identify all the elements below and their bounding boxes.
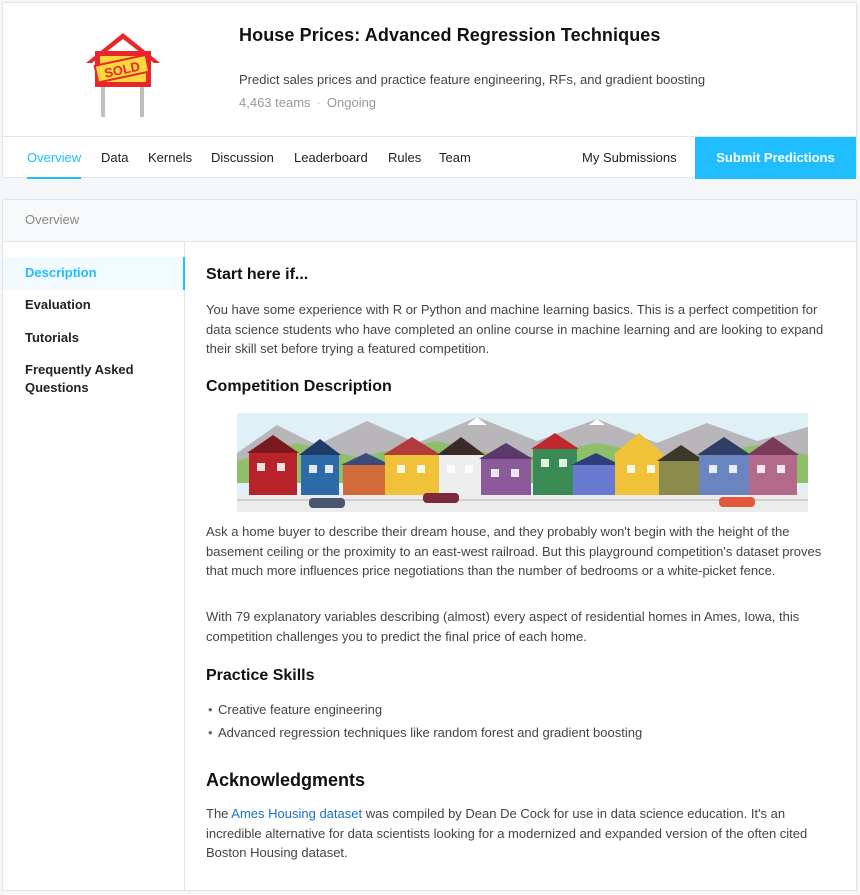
tab-data[interactable]: Data (101, 137, 128, 179)
acknowledgments-heading: Acknowledgments (206, 770, 366, 790)
list-item: Advanced regression techniques like rand… (206, 721, 826, 744)
houses-banner-image (237, 413, 808, 512)
list-item: Creative feature engineering (206, 698, 826, 721)
description-paragraph-1: Ask a home buyer to describe their dream… (206, 524, 822, 578)
competition-subtitle: Predict sales prices and practice featur… (239, 72, 706, 87)
tab-team[interactable]: Team (439, 137, 471, 179)
tab-discussion[interactable]: Discussion (211, 137, 274, 179)
acknowledgments-text: The Ames Housing dataset was compiled by… (206, 804, 834, 863)
panel-title: Overview (3, 200, 856, 242)
competition-header: SOLD House Prices: Advanced Regression T… (2, 2, 857, 179)
start-here-heading: Start here if... (206, 266, 309, 283)
ames-housing-dataset-link[interactable]: Ames Housing dataset (231, 806, 362, 821)
practice-skills-heading: Practice Skills (206, 667, 315, 684)
competition-title: House Prices: Advanced Regression Techni… (239, 25, 661, 45)
tab-overview[interactable]: Overview (27, 137, 82, 179)
start-here-text: You have some experience with R or Pytho… (206, 302, 824, 356)
my-submissions-link[interactable]: My Submissions (582, 137, 677, 179)
sidenav-item-description[interactable]: Description (25, 264, 97, 282)
tab-kernels[interactable]: Kernels (148, 137, 192, 179)
description-paragraph-2: With 79 explanatory variables describing… (206, 609, 800, 644)
overview-sidenav: Description Evaluation Tutorials Frequen… (3, 242, 185, 890)
sidenav-item-tutorials[interactable]: Tutorials (25, 329, 79, 347)
meta-separator: · (316, 95, 321, 110)
sidenav-item-faq[interactable]: Frequently Asked Questions (25, 361, 155, 397)
competition-tabs: Overview Data Kernels Discussion Leaderb… (3, 136, 856, 179)
ack-text-pre: The (206, 806, 232, 821)
overview-panel: Overview Description Evaluation Tutorial… (2, 199, 857, 891)
competition-meta: 4,463 teams · Ongoing (239, 95, 376, 110)
tab-leaderboard[interactable]: Leaderboard (294, 137, 368, 179)
practice-skills-list: Creative feature engineering Advanced re… (206, 698, 826, 744)
tab-rules[interactable]: Rules (388, 137, 421, 179)
sidenav-item-evaluation[interactable]: Evaluation (25, 296, 91, 314)
competition-description-heading: Competition Description (206, 378, 392, 395)
competition-status: Ongoing (326, 95, 377, 110)
submit-predictions-button[interactable]: Submit Predictions (695, 137, 856, 179)
sold-sign-logo: SOLD (86, 33, 160, 117)
teams-count: 4,463 teams (239, 95, 311, 110)
